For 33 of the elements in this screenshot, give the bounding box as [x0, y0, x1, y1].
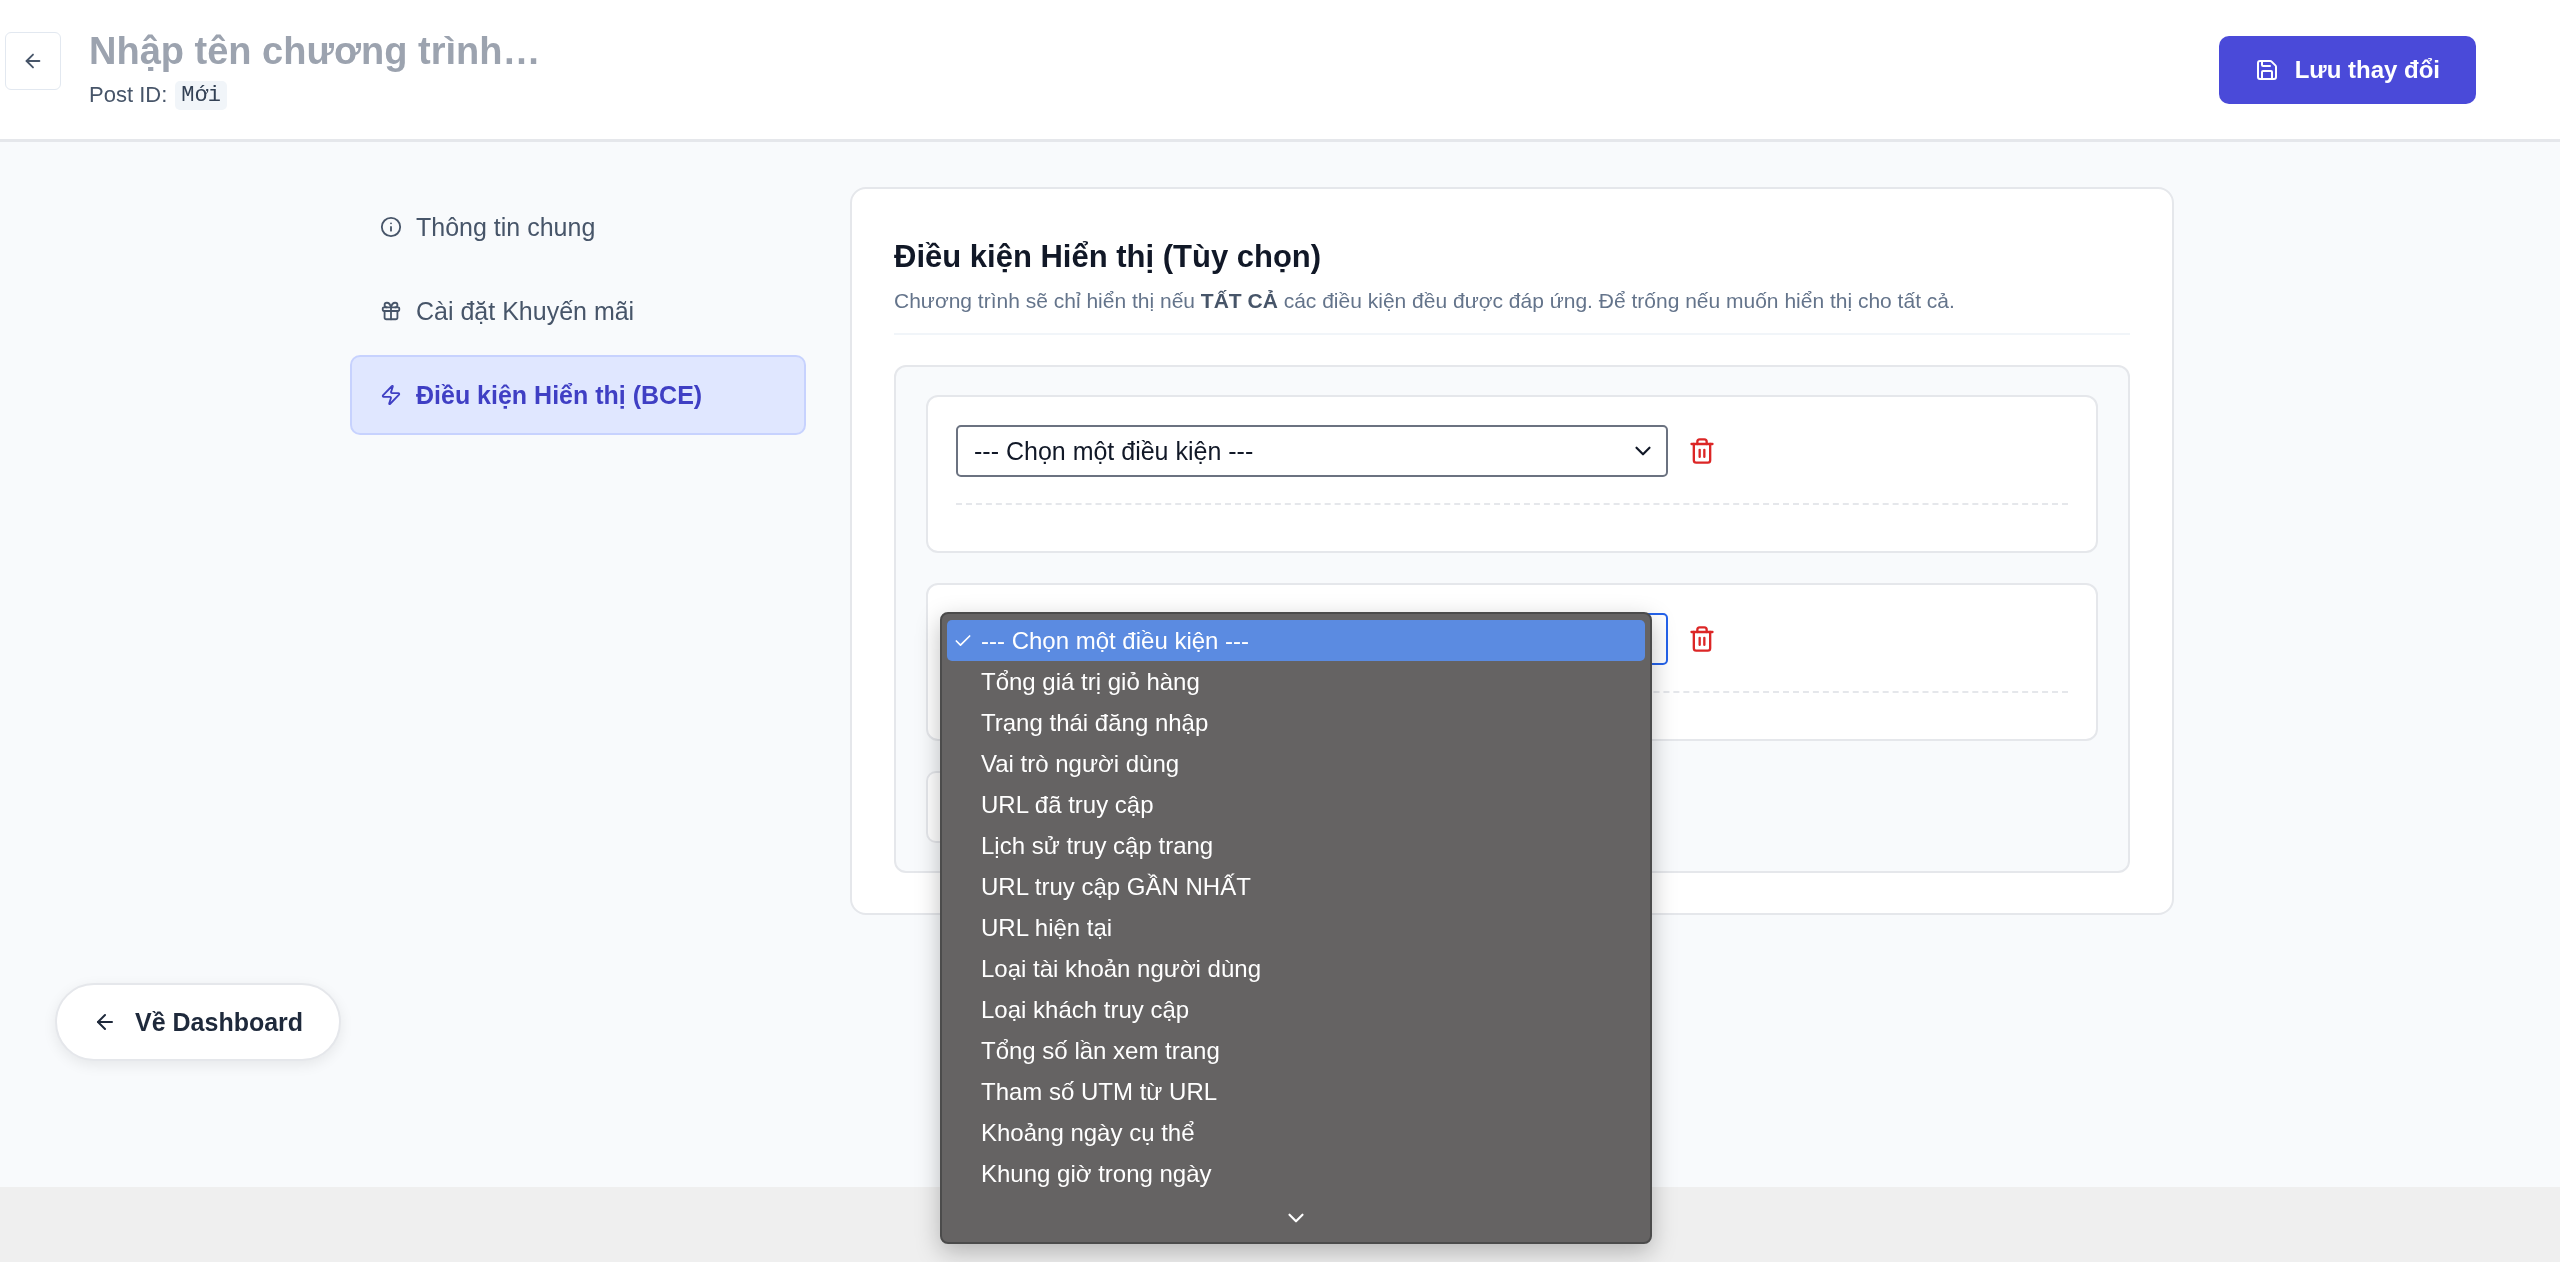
dropdown-option[interactable]: Trạng thái đăng nhập [947, 702, 1645, 743]
dropdown-option[interactable]: URL đã truy cập [947, 784, 1645, 825]
delete-button[interactable] [1688, 437, 1716, 465]
post-id-value: Mới [175, 80, 227, 110]
sidebar-item[interactable]: Thông tin chung [350, 187, 806, 267]
condition-select[interactable]: --- Chọn một điều kiện --- [956, 425, 1668, 477]
dropdown-option[interactable]: --- Chọn một điều kiện --- [947, 620, 1645, 661]
dropdown-option[interactable]: Lịch sử truy cập trang [947, 825, 1645, 866]
post-id-label: Post ID: [89, 82, 168, 108]
dropdown-option[interactable]: Loại tài khoản người dùng [947, 948, 1645, 989]
dropdown-option[interactable]: Tổng giá trị giỏ hàng [947, 661, 1645, 702]
lightning-icon [380, 384, 402, 406]
select-value: --- Chọn một điều kiện --- [974, 436, 1254, 466]
dashboard-link-button[interactable]: Về Dashboard [55, 983, 342, 1061]
info-icon [380, 216, 402, 238]
dropdown-option[interactable]: Khung giờ trong ngày [947, 1153, 1645, 1194]
gift-icon [380, 300, 402, 322]
dropdown-option[interactable]: Tham số UTM từ URL [947, 1071, 1645, 1112]
sidebar-item[interactable]: Cài đặt Khuyến mãi [350, 271, 806, 351]
trash-icon [1688, 625, 1716, 653]
save-button[interactable]: Lưu thay đổi [2218, 35, 2476, 104]
section-title: Điều kiện Hiển thị (Tùy chọn) [894, 239, 1323, 275]
delete-button[interactable] [1688, 625, 1716, 653]
dropdown-option[interactable]: URL hiện tại [947, 907, 1645, 948]
dropdown-option[interactable]: Vai trò người dùng [947, 743, 1645, 784]
dropdown-option[interactable]: Khoảng ngày cụ thể [947, 1112, 1645, 1153]
dropdown-option[interactable]: Loại khách truy cập [947, 989, 1645, 1030]
section-description: Chương trình sẽ chỉ hiển thị nếu TẤT CẢ các điều kiện đều được đáp ứng. Để trống nếu muốn hiển thị cho tất cả. [894, 289, 1956, 313]
sidebar-item[interactable]: Điều kiện Hiển thị (BCE) [350, 355, 806, 435]
title-input-field[interactable]: Nhập tên chương trình… [89, 29, 789, 73]
trash-icon [1688, 437, 1716, 465]
dropdown-option[interactable]: Tổng số lần xem trang [947, 1030, 1645, 1071]
dropdown-option[interactable]: URL truy cập GẦN NHẤT [947, 866, 1645, 907]
